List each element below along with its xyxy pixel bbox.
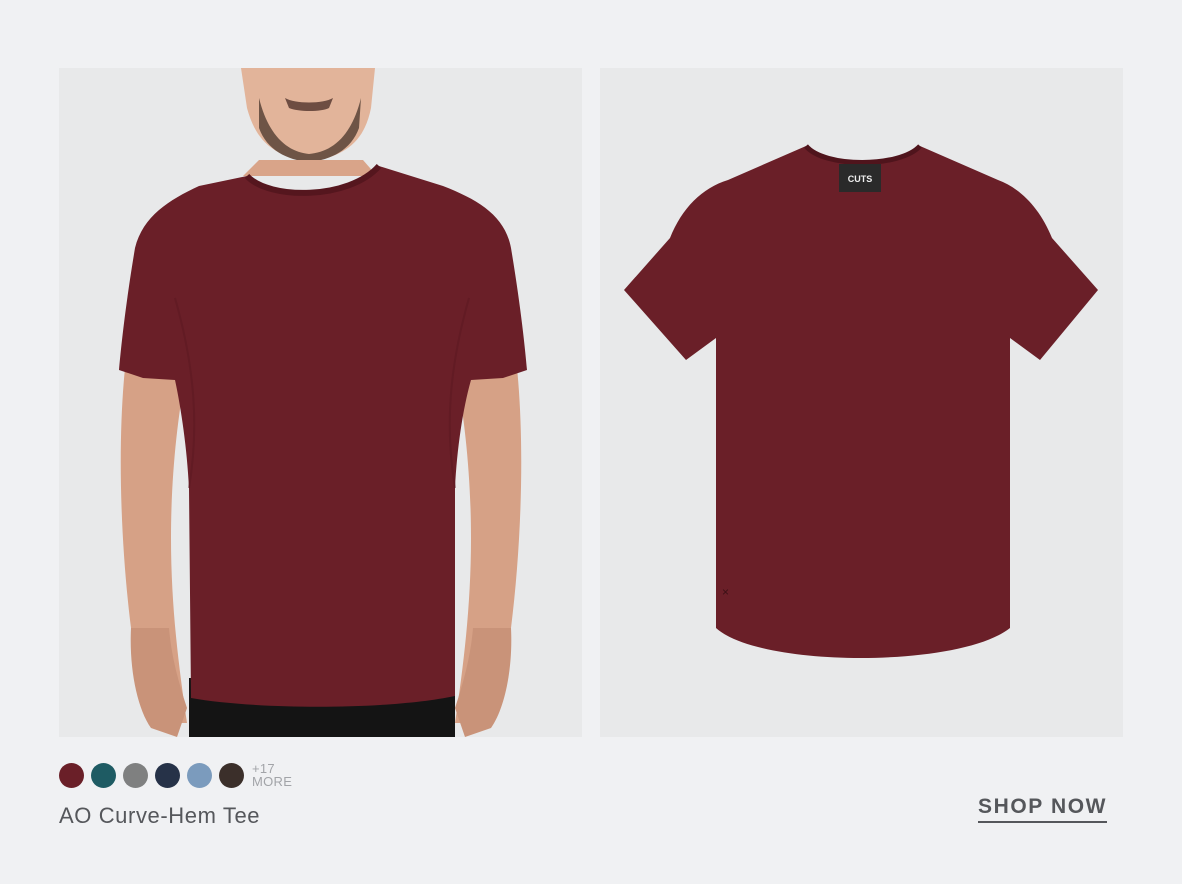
- product-image-flat[interactable]: CUTS ×: [600, 68, 1123, 737]
- more-colors-link[interactable]: +17 MORE: [252, 762, 292, 788]
- color-swatch-burgundy[interactable]: [59, 762, 84, 788]
- brand-tag-text: CUTS: [848, 174, 873, 184]
- flat-lay-photo: CUTS ×: [624, 144, 1098, 658]
- color-swatch-teal[interactable]: [91, 762, 116, 788]
- model-photo: [119, 68, 527, 737]
- color-swatch-gray[interactable]: [123, 762, 148, 788]
- color-swatch-brown[interactable]: [219, 762, 244, 788]
- logo-mark: ×: [722, 585, 729, 599]
- more-colors-label: MORE: [252, 774, 293, 789]
- shop-now-button[interactable]: SHOP NOW: [978, 795, 1108, 823]
- product-name[interactable]: AO Curve-Hem Tee: [59, 803, 260, 829]
- color-swatch-light-blue[interactable]: [187, 762, 212, 788]
- color-swatches: +17 MORE: [59, 762, 292, 788]
- color-swatch-navy[interactable]: [155, 762, 180, 788]
- product-image-model[interactable]: [59, 68, 582, 737]
